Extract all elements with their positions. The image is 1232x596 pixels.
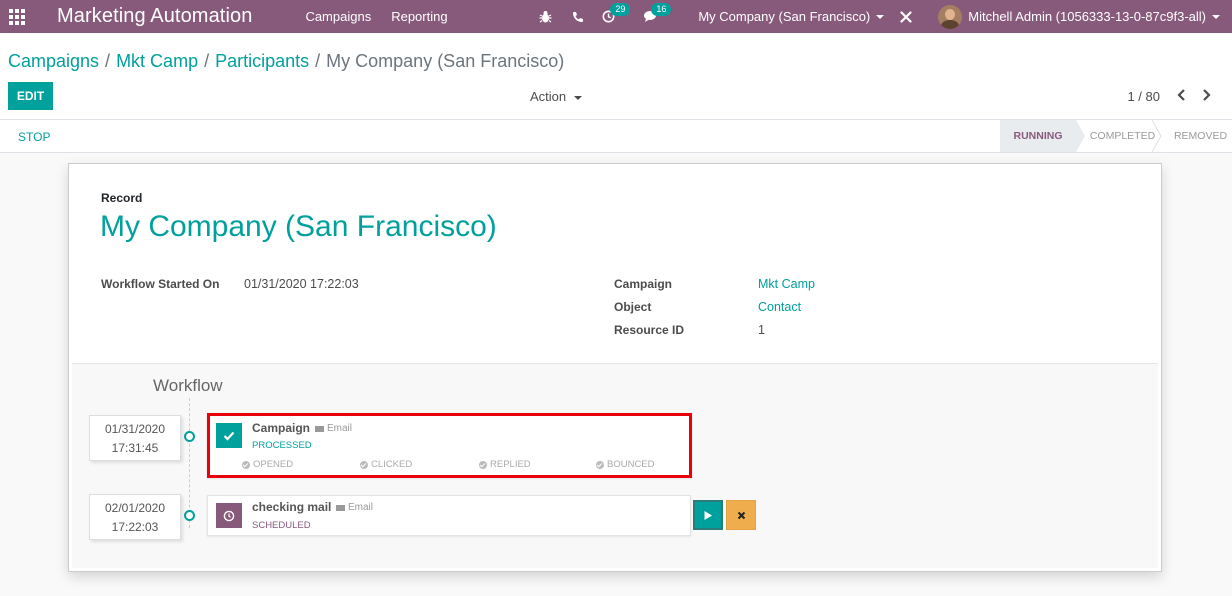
activity-type: Email [315,423,352,434]
main-menu: Campaigns Reporting [305,9,467,24]
activity-name: checking mail [252,500,332,514]
avatar [938,4,963,29]
record-label: Record [101,191,143,205]
workflow-timeline [189,398,190,528]
resource-id-value: 1 [758,323,765,337]
stage-pipeline: RUNNING COMPLETED REMOVED [1000,120,1232,152]
action-dropdown[interactable]: Action [530,89,583,104]
activity-type: Email [336,502,373,513]
envelope-icon [315,425,324,432]
activity-date: 01/31/2020 17:31:45 [89,415,181,461]
workflow-started-value: 01/31/2020 17:22:03 [244,277,359,291]
metric-bounced: BOUNCED [596,459,655,470]
activity-card-campaign[interactable]: Campaign Email PROCESSED OPENED CLICKED … [207,413,692,478]
timeline-node [184,510,195,521]
systray: 29 16 My Company (San Francisco) Mitchel… [539,0,1232,33]
activity-count-badge: 29 [610,3,631,16]
workflow-started-label: Workflow Started On [101,277,220,291]
campaign-label: Campaign [614,277,673,291]
stage-removed[interactable]: REMOVED [1161,120,1232,152]
object-link[interactable]: Contact [758,300,801,314]
check-icon [216,423,242,448]
stop-button[interactable]: STOP [18,130,50,144]
action-label: Action [530,89,567,104]
object-label: Object [614,300,652,314]
message-count-badge: 16 [651,3,672,16]
resource-id-label: Resource ID [614,323,685,337]
close-icon[interactable] [900,10,912,23]
chevron-down-icon [1212,14,1220,19]
menu-reporting[interactable]: Reporting [391,9,447,24]
user-name: Mitchell Admin (1056333-13-0-87c9f3-all) [968,9,1206,24]
breadcrumb: Campaigns / Mkt Camp / Participants / My Compa… [8,51,565,71]
activity-date: 02/01/2020 17:22:03 [89,494,181,540]
activity-status: PROCESSED [252,440,312,451]
user-menu[interactable]: Mitchell Admin (1056333-13-0-87c9f3-all) [938,4,1220,29]
envelope-icon [336,504,345,511]
breadcrumb-current: My Company (San Francisco) [326,51,565,71]
check-circle-icon [360,460,368,469]
check-circle-icon [596,460,604,469]
pager-value[interactable]: 1 / 80 [1127,89,1160,104]
activity-clock-icon[interactable]: 29 [602,3,631,23]
metric-replied: REPLIED [479,459,531,470]
chevron-down-icon [876,14,885,19]
phone-icon[interactable] [572,11,584,23]
timeline-node [184,431,195,442]
breadcrumb-campaigns[interactable]: Campaigns [8,51,99,71]
campaign-link[interactable]: Mkt Camp [758,277,815,291]
check-circle-icon [242,460,250,469]
stage-completed[interactable]: COMPLETED [1076,120,1162,152]
pager-previous-icon[interactable] [1174,87,1188,103]
menu-campaigns[interactable]: Campaigns [305,9,371,24]
top-navbar: Marketing Automation Campaigns Reporting… [0,0,1232,33]
breadcrumb-mkt-camp[interactable]: Mkt Camp [116,51,198,71]
bug-icon[interactable] [539,10,552,24]
app-brand[interactable]: Marketing Automation [57,5,252,28]
check-circle-icon [479,460,487,469]
company-name: My Company (San Francisco) [698,9,871,24]
cancel-button[interactable] [726,500,756,530]
chevron-down-icon [574,95,583,100]
metric-opened: OPENED [242,459,293,470]
activity-status: SCHEDULED [252,520,311,531]
status-bar: STOP RUNNING COMPLETED REMOVED [0,120,1232,153]
execute-button[interactable] [693,500,723,530]
activity-card-checking-mail[interactable]: checking mail Email SCHEDULED [207,495,691,536]
metric-clicked: CLICKED [360,459,412,470]
clock-icon [216,503,242,528]
chat-icon[interactable]: 16 [643,3,672,23]
apps-menu-icon[interactable] [0,0,34,33]
breadcrumb-participants[interactable]: Participants [215,51,309,71]
edit-button[interactable]: EDIT [8,82,53,110]
activity-name: Campaign [252,421,311,435]
workflow-title: Workflow [153,376,223,395]
pager-next-icon[interactable] [1199,87,1213,103]
company-switcher[interactable]: My Company (San Francisco) [698,9,885,24]
record-title: My Company (San Francisco) [100,210,497,243]
stage-running[interactable]: RUNNING [1000,120,1085,152]
control-panel: Campaigns / Mkt Camp / Participants / My Compa… [0,33,1232,120]
